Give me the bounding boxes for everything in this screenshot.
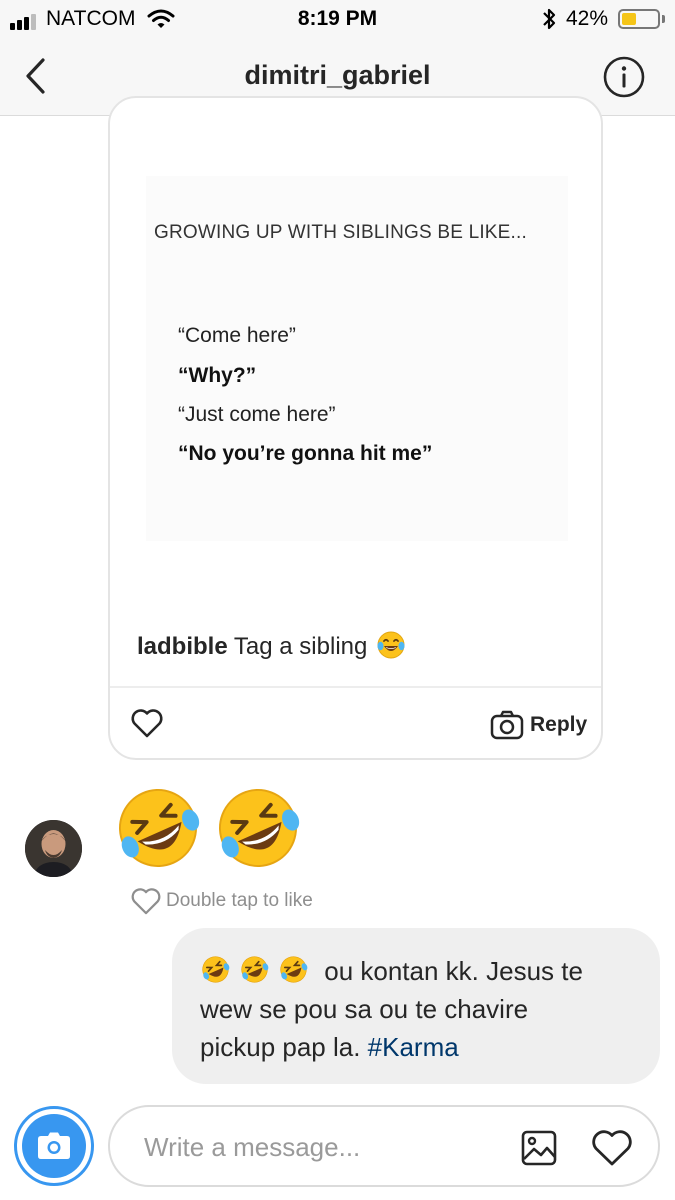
rofl-emoji-icon[interactable] bbox=[112, 782, 204, 874]
battery-tip bbox=[662, 15, 665, 23]
shared-post-image[interactable]: GROWING UP WITH SIBLINGS BE LIKE... “Com… bbox=[146, 176, 568, 541]
bluetooth-icon bbox=[543, 8, 556, 30]
battery-percent: 42% bbox=[566, 7, 609, 30]
message-text-line: ou kontan kk. Jesus te bbox=[324, 956, 583, 986]
caption-text: Tag a sibling bbox=[233, 633, 368, 660]
double-tap-like-hint[interactable]: Double tap to like bbox=[130, 886, 313, 916]
meme-headline: GROWING UP WITH SIBLINGS BE LIKE... bbox=[154, 222, 527, 243]
sent-message-bubble[interactable]: ou kontan kk. Jesus te wew se pou sa ou … bbox=[172, 928, 660, 1084]
post-caption: ladbible Tag a sibling bbox=[137, 630, 406, 661]
reply-button[interactable]: Reply bbox=[490, 708, 587, 742]
thread-title[interactable]: dimitri_gabriel bbox=[0, 60, 675, 91]
camera-button-fill bbox=[22, 1114, 86, 1178]
message-composer bbox=[108, 1105, 660, 1187]
status-bar: NATCOM 8:19 PM 42% bbox=[0, 0, 675, 38]
camera-button[interactable] bbox=[14, 1106, 94, 1186]
camera-icon bbox=[38, 1132, 70, 1159]
battery-icon bbox=[618, 9, 660, 29]
heart-outline-icon bbox=[131, 888, 161, 915]
card-divider bbox=[110, 686, 601, 688]
sent-message-text: ou kontan kk. Jesus te wew se pou sa ou … bbox=[200, 952, 632, 1066]
avatar-photo bbox=[25, 820, 82, 877]
rofl-emoji-icon bbox=[241, 956, 269, 983]
shared-post-card[interactable]: GROWING UP WITH SIBLINGS BE LIKE... “Com… bbox=[108, 96, 603, 760]
reply-label: Reply bbox=[530, 713, 588, 736]
meme-line: “Just come here” bbox=[178, 403, 336, 426]
tears-of-joy-emoji-icon bbox=[377, 631, 405, 659]
message-text-line: wew se pou sa ou te chavire bbox=[200, 994, 529, 1024]
double-tap-label: Double tap to like bbox=[166, 890, 313, 911]
meme-line: “Come here” bbox=[178, 324, 296, 347]
meme-line: “Why?” bbox=[178, 364, 257, 387]
camera-outline-icon bbox=[490, 710, 524, 740]
hashtag-link[interactable]: #Karma bbox=[368, 1032, 459, 1062]
meme-line: “No you’re gonna hit me” bbox=[178, 442, 433, 465]
caption-username[interactable]: ladbible bbox=[137, 633, 228, 660]
rofl-emoji-icon bbox=[280, 956, 308, 983]
heart-outline-icon[interactable] bbox=[590, 1129, 634, 1167]
rofl-emoji-icon bbox=[202, 956, 230, 983]
sender-avatar[interactable] bbox=[25, 820, 82, 877]
heart-outline-icon[interactable] bbox=[130, 708, 164, 738]
message-text-line: pickup pap la. bbox=[200, 1032, 368, 1062]
message-input[interactable] bbox=[144, 1129, 504, 1165]
rofl-emoji-icon[interactable] bbox=[212, 782, 304, 874]
info-icon[interactable] bbox=[602, 55, 646, 99]
battery-level-fill bbox=[622, 13, 636, 25]
gallery-icon[interactable] bbox=[520, 1129, 558, 1167]
